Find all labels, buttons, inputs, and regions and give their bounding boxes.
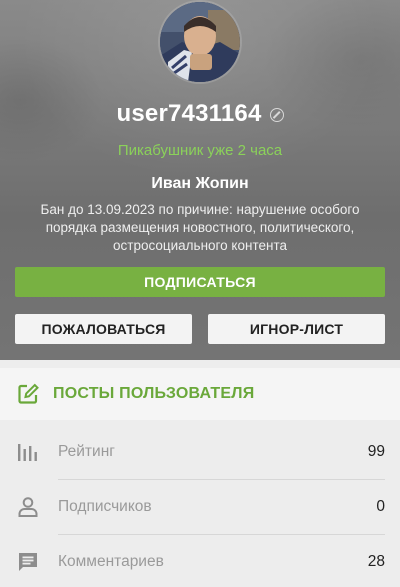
user-icon bbox=[16, 495, 40, 519]
stat-row-comments: Комментариев 28 bbox=[0, 534, 400, 587]
ignore-list-button[interactable]: ИГНОР-ЛИСТ bbox=[208, 314, 385, 344]
avatar[interactable] bbox=[160, 2, 240, 82]
edit-icon bbox=[17, 383, 39, 405]
real-name: Иван Жопин bbox=[151, 175, 249, 192]
avatar-image bbox=[160, 2, 240, 82]
stat-row-subscribers: Подписчиков 0 bbox=[0, 479, 400, 534]
stat-value: 28 bbox=[367, 552, 385, 570]
ban-icon bbox=[269, 108, 284, 122]
tenure-text: Пикабушник уже 2 часа bbox=[117, 142, 283, 159]
stat-row-rating: Рейтинг 99 bbox=[0, 424, 400, 479]
stat-label: Подписчиков bbox=[58, 497, 152, 515]
username: user7431164 bbox=[116, 100, 262, 127]
bar-chart-icon bbox=[16, 440, 40, 464]
ban-reason: Бан до 13.09.2023 по причине: нарушение … bbox=[40, 202, 360, 253]
stat-value: 0 bbox=[376, 497, 385, 515]
report-button[interactable]: ПОЖАЛОВАТЬСЯ bbox=[15, 314, 192, 344]
stats-list: Рейтинг 99 Подписчиков 0 Комментариев 28 bbox=[0, 424, 400, 587]
stat-label: Комментариев bbox=[58, 552, 164, 570]
profile-header: user7431164 Пикабушник уже 2 часа Иван Ж… bbox=[0, 0, 400, 360]
stat-value: 99 bbox=[367, 442, 385, 460]
comment-icon bbox=[16, 550, 40, 574]
user-posts-link[interactable]: ПОСТЫ ПОЛЬЗОВАТЕЛЯ bbox=[0, 368, 400, 420]
stat-label: Рейтинг bbox=[58, 442, 115, 460]
username-row: user7431164 bbox=[0, 98, 400, 130]
subscribe-button[interactable]: ПОДПИСАТЬСЯ bbox=[15, 267, 385, 297]
user-posts-label: ПОСТЫ ПОЛЬЗОВАТЕЛЯ bbox=[53, 385, 255, 402]
